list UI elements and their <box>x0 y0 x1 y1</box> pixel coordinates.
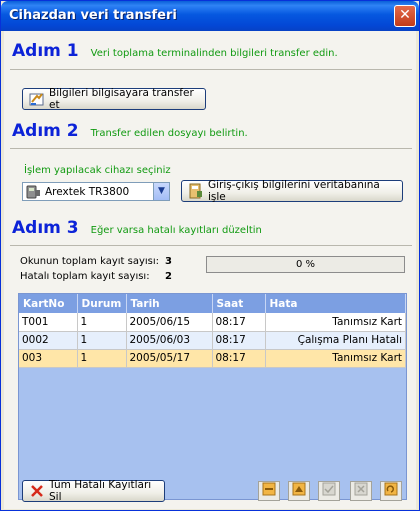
window-title: Cihazdan veri transferi <box>9 8 177 23</box>
step2-header: Adım 2 Transfer edilen dosyayı belirtin. <box>12 121 248 141</box>
check-icon <box>322 482 336 499</box>
cell-hata[interactable]: Çalışma Planı Hatalı <box>265 331 406 350</box>
progress-bar: 0 % <box>206 256 405 273</box>
step1-header: Adım 1 Veri toplama terminalinden bilgil… <box>12 41 338 61</box>
cell-durum[interactable]: 1 <box>76 349 127 368</box>
refresh-button[interactable] <box>380 481 402 501</box>
table-row-selected[interactable]: 003 1 2005/05/17 08:17 Tanımsız Kart <box>19 349 406 368</box>
transfer-button[interactable]: Bilgileri bilgisayara transfer et <box>22 87 206 111</box>
confirm-record-button[interactable] <box>318 481 340 501</box>
cell-kartno[interactable]: T001 <box>19 313 78 332</box>
column-header-tarih[interactable]: Tarih <box>126 294 213 313</box>
cell-saat[interactable]: 08:17 <box>212 349 266 368</box>
step3-desc: Eğer varsa hatalı kayıtları düzeltin <box>90 225 262 236</box>
chevron-down-icon[interactable]: ▼ <box>153 183 169 200</box>
cell-hata[interactable]: Tanımsız Kart <box>265 349 406 368</box>
read-count-label: Okunun toplam kayıt sayısı: <box>20 256 160 267</box>
cell-durum[interactable]: 1 <box>77 331 127 350</box>
cell-kartno[interactable]: 003 <box>19 349 78 368</box>
device-icon <box>25 184 41 200</box>
step3-header: Adım 3 Eğer varsa hatalı kayıtları düzel… <box>12 218 262 238</box>
separator <box>10 148 412 149</box>
up-arrow-icon <box>292 482 306 499</box>
prev-record-button[interactable] <box>288 481 310 501</box>
table-row[interactable]: T001 1 2005/06/15 08:17 Tanımsız Kart <box>19 313 406 332</box>
transfer-button-label: Bilgileri bilgisayara transfer et <box>49 87 194 111</box>
step3-title: Adım 3 <box>12 218 79 238</box>
delete-all-errors-button[interactable]: Tüm Hatalı Kayıtları Sil <box>22 479 165 503</box>
title-bar[interactable]: Cihazdan veri transferi ✕ <box>1 1 419 31</box>
step2-title: Adım 2 <box>12 121 79 141</box>
column-header-kartno[interactable]: KartNo <box>19 294 78 313</box>
cancel-record-button[interactable] <box>350 481 372 501</box>
cancel-icon <box>354 482 368 499</box>
separator <box>10 245 412 246</box>
device-select[interactable]: Arextek TR3800 ▼ <box>22 182 170 201</box>
error-records-grid[interactable]: KartNo Durum Tarih Saat Hata T001 1 2005… <box>18 293 407 500</box>
refresh-icon <box>384 482 398 499</box>
first-record-icon <box>262 482 276 499</box>
separator <box>10 69 412 70</box>
close-button[interactable]: ✕ <box>394 5 416 27</box>
read-count-value: 3 <box>165 256 172 267</box>
column-header-hata[interactable]: Hata <box>265 294 406 313</box>
transfer-icon <box>29 91 45 107</box>
cell-tarih[interactable]: 2005/06/15 <box>126 313 213 332</box>
window-client: Adım 1 Veri toplama terminalinden bilgil… <box>4 31 416 509</box>
step1-desc: Veri toplama terminalinden bilgileri tra… <box>90 48 338 59</box>
cell-hata[interactable]: Tanımsız Kart <box>265 313 406 332</box>
step2-desc: Transfer edilen dosyayı belirtin. <box>90 128 248 139</box>
first-record-button[interactable] <box>258 481 280 501</box>
device-label: İşlem yapılacak cihazı seçiniz <box>24 165 171 176</box>
cell-saat[interactable]: 08:17 <box>212 331 266 350</box>
error-count-label: Hatalı toplam kayıt sayısı: <box>20 271 150 282</box>
delete-icon <box>29 483 45 499</box>
transfer-window: Cihazdan veri transferi ✕ Adım 1 Veri to… <box>0 0 420 511</box>
close-icon: ✕ <box>399 7 411 23</box>
process-button-label: Giriş-çıkış bilgilerini veritabanına işl… <box>208 179 380 203</box>
column-header-saat[interactable]: Saat <box>212 294 266 313</box>
error-count-value: 2 <box>165 271 172 282</box>
cell-saat[interactable]: 08:17 <box>212 313 266 332</box>
table-row[interactable]: 0002 1 2005/06/03 08:17 Çalışma Planı Ha… <box>19 331 406 350</box>
progress-text: 0 % <box>295 259 316 270</box>
cell-tarih[interactable]: 2005/05/17 <box>126 349 213 368</box>
grid-header-row: KartNo Durum Tarih Saat Hata <box>19 294 406 313</box>
device-select-value: Arextek TR3800 <box>45 185 130 198</box>
cell-tarih[interactable]: 2005/06/03 <box>126 331 213 350</box>
process-button[interactable]: Giriş-çıkış bilgilerini veritabanına işl… <box>181 179 403 203</box>
step1-title: Adım 1 <box>12 41 79 61</box>
cell-kartno[interactable]: 0002 <box>19 331 78 350</box>
delete-all-label: Tüm Hatalı Kayıtları Sil <box>49 479 152 503</box>
cell-durum[interactable]: 1 <box>77 313 127 332</box>
column-header-durum[interactable]: Durum <box>77 294 127 313</box>
database-icon <box>188 183 204 199</box>
